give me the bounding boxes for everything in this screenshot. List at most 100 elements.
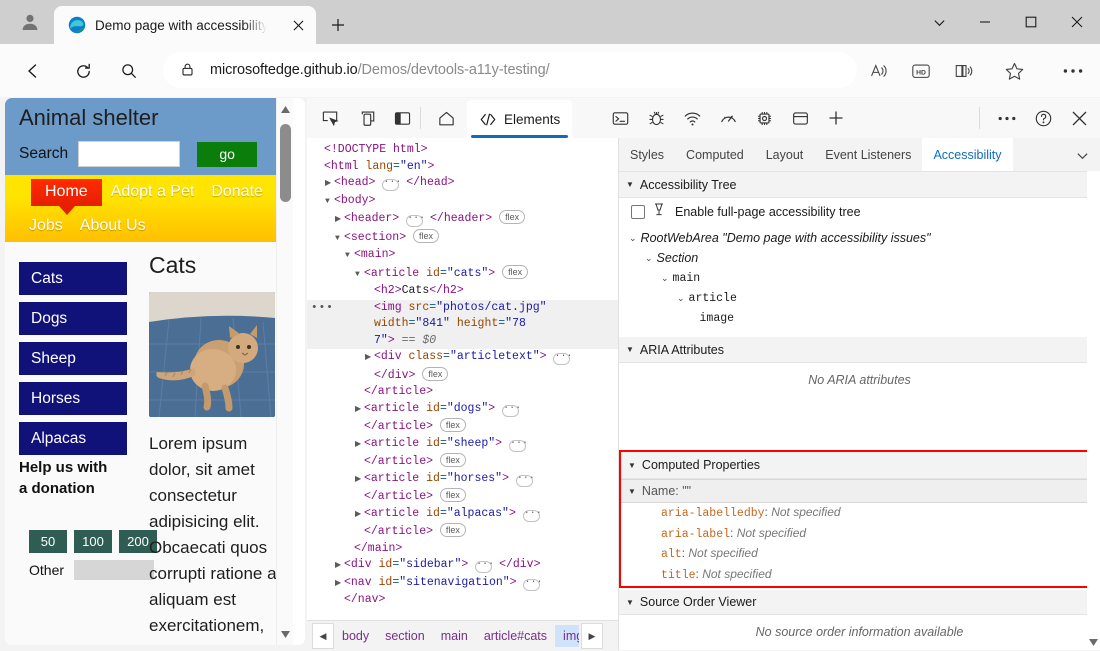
home-icon[interactable]: [431, 104, 461, 132]
dom-tree-line[interactable]: ▶<head> ··· </head>: [307, 175, 618, 193]
page-nav-link-about[interactable]: About Us: [80, 217, 146, 235]
immersive-reader-icon[interactable]: [947, 54, 981, 88]
dom-tree-line[interactable]: <html lang="en">: [307, 159, 618, 176]
tab-styles[interactable]: Styles: [619, 138, 675, 171]
donation-amount-50[interactable]: 50: [29, 530, 67, 553]
page-nav-link-donate[interactable]: Donate: [211, 183, 263, 201]
dom-tree-line[interactable]: ▼<section> flex: [307, 229, 618, 248]
back-arrow-icon[interactable]: [16, 54, 50, 88]
network-icon[interactable]: [677, 104, 707, 132]
dom-tree-line[interactable]: <img src="photos/cat.jpg"•••: [307, 300, 618, 317]
section-source-order-header[interactable]: ▼ Source Order Viewer: [619, 590, 1100, 615]
dom-tree-line[interactable]: </article> flex: [307, 523, 618, 541]
chevron-down-icon[interactable]: ⌄: [645, 253, 653, 264]
breadcrumb-item[interactable]: body: [334, 625, 377, 647]
dom-tree-line[interactable]: <!DOCTYPE html>: [307, 142, 618, 159]
dom-tree-line[interactable]: </main>: [307, 541, 618, 558]
dom-tree-line[interactable]: ▶<article id="sheep"> ···: [307, 436, 618, 454]
breadcrumb-item[interactable]: section: [377, 625, 433, 647]
breadcrumb-next-button[interactable]: ▶: [581, 623, 603, 649]
window-tab-search-icon[interactable]: [916, 0, 962, 44]
page-category-dogs[interactable]: Dogs: [19, 302, 127, 335]
section-accessibility-tree-header[interactable]: ▼ Accessibility Tree: [619, 172, 1100, 198]
tab-close-icon[interactable]: [288, 15, 308, 35]
dom-tree-line[interactable]: </article>: [307, 384, 618, 401]
accessibility-tree-node[interactable]: image: [619, 308, 1100, 328]
page-scrollbar[interactable]: [276, 98, 293, 645]
enable-fullpage-tree-checkbox[interactable]: [631, 205, 645, 219]
accessibility-tree-node[interactable]: ⌄article: [619, 288, 1100, 308]
address-bar[interactable]: microsoftedge.github.io/Demos/devtools-a…: [163, 52, 857, 88]
chevron-down-icon[interactable]: ⌄: [629, 233, 637, 244]
page-go-button[interactable]: go: [197, 142, 257, 167]
dom-tree-line[interactable]: </article> flex: [307, 488, 618, 506]
breadcrumb-item[interactable]: img: [555, 625, 579, 647]
dom-tree-line[interactable]: ▼<main>: [307, 247, 618, 265]
favorite-star-icon[interactable]: [997, 54, 1031, 88]
page-scroll-up-icon[interactable]: [277, 100, 293, 118]
dom-tree-line[interactable]: </nav>: [307, 592, 618, 609]
section-aria-attributes-header[interactable]: ▼ ARIA Attributes: [619, 337, 1100, 363]
accessibility-tree-node[interactable]: ⌄RootWebArea "Demo page with accessibili…: [619, 228, 1100, 248]
page-nav-link-adopt[interactable]: Adopt a Pet: [111, 183, 195, 201]
window-maximize-button[interactable]: [1008, 0, 1054, 44]
page-nav-link-home[interactable]: Home: [31, 179, 102, 206]
dom-tree-line[interactable]: ▶<div class="articletext"> ···: [307, 349, 618, 367]
dom-tree-line[interactable]: ▶<article id="dogs"> ···: [307, 401, 618, 419]
dom-tree-line[interactable]: ▼<article id="cats"> flex: [307, 265, 618, 284]
profile-avatar-icon[interactable]: [10, 4, 50, 40]
tab-layout[interactable]: Layout: [755, 138, 815, 171]
sources-debug-icon[interactable]: [641, 104, 671, 132]
application-icon[interactable]: [785, 104, 815, 132]
dom-tree-line[interactable]: </div> flex: [307, 367, 618, 385]
new-tab-button[interactable]: [324, 11, 352, 39]
reload-icon[interactable]: [66, 54, 100, 88]
dom-tree-line[interactable]: </article> flex: [307, 453, 618, 471]
accessibility-tree-node[interactable]: ⌄main: [619, 268, 1100, 288]
page-search-input[interactable]: [78, 141, 180, 167]
accessibility-pane-scrollbar[interactable]: [1087, 171, 1100, 650]
device-emulation-icon[interactable]: [351, 104, 381, 132]
tab-accessibility[interactable]: Accessibility: [922, 138, 1012, 171]
dom-line-overflow-dots[interactable]: •••: [311, 300, 334, 317]
help-icon[interactable]: [1028, 104, 1058, 132]
computed-name-row[interactable]: ▼ Name: "": [621, 479, 1096, 503]
dom-tree-line[interactable]: </article> flex: [307, 418, 618, 436]
dom-tree-line[interactable]: ▶<header> ··· </header> flex: [307, 210, 618, 229]
dom-tree[interactable]: <!DOCTYPE html><html lang="en">▶<head> ·…: [307, 138, 618, 620]
page-scroll-thumb[interactable]: [280, 124, 291, 202]
page-scroll-down-icon[interactable]: [277, 625, 293, 643]
chevron-down-icon[interactable]: ⌄: [677, 293, 685, 304]
page-category-sheep[interactable]: Sheep: [19, 342, 127, 375]
page-category-alpacas[interactable]: Alpacas: [19, 422, 127, 455]
browser-settings-more-icon[interactable]: [1056, 54, 1090, 88]
dom-tree-line[interactable]: ▶<article id="horses"> ···: [307, 471, 618, 489]
read-aloud-icon[interactable]: [862, 54, 896, 88]
dom-tree-line[interactable]: ▶<article id="alpacas"> ···: [307, 506, 618, 524]
enable-fullpage-tree-row[interactable]: Enable full-page accessibility tree: [619, 198, 1100, 226]
dock-side-icon[interactable]: [387, 104, 417, 132]
breadcrumb-item[interactable]: main: [433, 625, 476, 647]
apane-scroll-down-icon[interactable]: [1087, 634, 1100, 650]
dom-tree-line[interactable]: ▶<nav id="sitenavigation"> ···: [307, 575, 618, 593]
search-icon[interactable]: [112, 54, 146, 88]
dom-tree-line[interactable]: ▼<body>: [307, 193, 618, 211]
breadcrumb-prev-button[interactable]: ◀: [312, 623, 334, 649]
chevron-down-icon[interactable]: ⌄: [661, 273, 669, 284]
performance-icon[interactable]: [713, 104, 743, 132]
tab-elements[interactable]: Elements: [467, 100, 572, 138]
memory-icon[interactable]: [749, 104, 779, 132]
close-devtools-icon[interactable]: [1064, 104, 1094, 132]
add-panel-icon[interactable]: [821, 104, 851, 132]
dom-tree-line[interactable]: ▶<div id="sidebar"> ··· </div>: [307, 557, 618, 575]
dom-tree-line[interactable]: <h2>Cats</h2>: [307, 283, 618, 300]
breadcrumb-item[interactable]: article#cats: [476, 625, 555, 647]
dom-tree-line[interactable]: width="841" height="78: [307, 316, 618, 333]
devtools-more-icon[interactable]: [992, 104, 1022, 132]
window-minimize-button[interactable]: [962, 0, 1008, 44]
page-category-cats[interactable]: Cats: [19, 262, 127, 295]
inspect-element-icon[interactable]: [315, 104, 345, 132]
dom-tree-line[interactable]: 7"> == $0: [307, 333, 618, 350]
accessibility-tree-node[interactable]: ⌄Section: [619, 248, 1100, 268]
window-close-button[interactable]: [1054, 0, 1100, 44]
